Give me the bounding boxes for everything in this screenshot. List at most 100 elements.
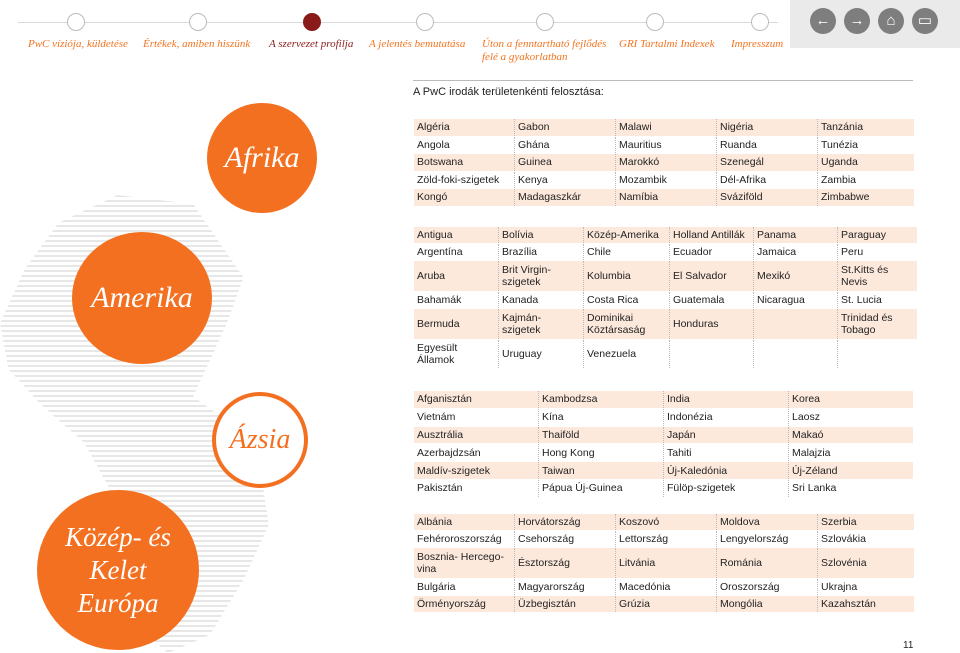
country-cell: Tanzánia <box>821 121 864 134</box>
country-cell: Dominikai Köztársaság <box>584 309 670 339</box>
country-cell: Fülöp-szigetek <box>664 479 789 497</box>
table-row: Bulgária Magyarország Macedónia Oroszország… <box>414 579 914 596</box>
country-cell <box>838 340 917 368</box>
nav-item-7[interactable]: Impresszum <box>731 38 783 51</box>
region-circle-azsia: Ázsia <box>212 392 308 488</box>
nav-item-4[interactable]: A jelentés bemutatása <box>369 38 465 51</box>
nav-dot-6[interactable] <box>646 13 664 31</box>
window-icon: ▭ <box>917 12 933 29</box>
country-cell: Namíbia <box>616 189 717 206</box>
country-cell: Peru <box>841 246 864 258</box>
table-row: Albánia Horvátország Koszovó Moldova Szerbia <box>414 514 914 531</box>
nav-item-5[interactable]: Úton a fenntartható fejlődés felé a gyak… <box>482 38 617 64</box>
country-cell: Malajzia <box>792 446 831 459</box>
country-cell: Ukrajna <box>821 581 858 593</box>
country-cell: Botswana <box>414 154 515 171</box>
country-cell: Uganda <box>821 156 858 169</box>
table-row: Argentína Brazília Chile Ecuador Jamaica Peru <box>414 244 917 261</box>
country-cell: Angola <box>414 136 515 153</box>
country-cell: St. Lucia <box>841 294 882 306</box>
nav-dot-5[interactable] <box>536 13 554 31</box>
country-cell: Antigua <box>414 227 499 243</box>
country-cell: Venezuela <box>584 340 670 368</box>
table-row: Bahamák Kanada Costa Rica Guatemala Nicaragu… <box>414 292 917 309</box>
country-cell: Horvátország <box>515 514 616 530</box>
country-cell: Egyesült Államok <box>414 340 499 368</box>
country-cell: Laosz <box>792 411 821 424</box>
country-cell: Sváziföld <box>717 189 818 206</box>
country-cell: Guinea <box>515 154 616 171</box>
table-row: Kongó Madagaszkár Namíbia Sváziföld Zimbabwe <box>414 189 914 207</box>
country-cell: Üzbegisztán <box>515 596 616 612</box>
page-number: 11 <box>903 640 914 651</box>
table-row: Vietnám Kína Indonézia Laosz <box>414 408 913 427</box>
country-cell: Holland Antillák <box>670 227 754 243</box>
nav-dot-3[interactable] <box>303 13 321 31</box>
country-cell: Észtország <box>515 548 616 578</box>
table-row: Bermuda Kajmán- szigetek Dominikai Köztárs… <box>414 309 917 340</box>
back-button[interactable]: ← <box>810 8 836 34</box>
home-button[interactable]: ⌂ <box>878 8 904 34</box>
nav-dot-4[interactable] <box>416 13 434 31</box>
forward-button[interactable]: → <box>844 8 870 34</box>
country-cell: Moldova <box>717 514 818 530</box>
country-cell: Ghána <box>515 136 616 153</box>
country-cell: Grúzia <box>616 596 717 612</box>
country-cell: Jamaica <box>754 244 838 260</box>
country-cell: Pápua Új-Guinea <box>539 479 664 497</box>
region-table-2: Antigua Bolívia Közép-Amerika Holland Antil… <box>414 227 917 369</box>
country-cell: Kongó <box>414 189 515 206</box>
nav-item-2[interactable]: Értékek, amiben hiszünk <box>143 38 250 51</box>
country-cell: Aruba <box>414 261 499 291</box>
country-cell: Új-Zéland <box>792 464 838 477</box>
country-cell: Szlovénia <box>821 557 867 569</box>
country-cell: Dél-Afrika <box>717 171 818 188</box>
country-cell: Thaiföld <box>539 426 664 444</box>
table-row: Aruba Brit Virgin- szigetek Kolumbia El Sal… <box>414 261 917 292</box>
top-navigation: PwC víziója, küldetése Értékek, amiben hi… <box>0 0 960 70</box>
country-cell: Gabon <box>515 119 616 136</box>
country-cell: Tahiti <box>664 444 789 462</box>
country-cell: Zambia <box>821 173 857 186</box>
nav-item-3[interactable]: A szervezet profilja <box>269 38 353 51</box>
nav-dot-7[interactable] <box>751 13 769 31</box>
country-cell: St.Kitts és Nevis <box>841 264 889 288</box>
country-cell: Costa Rica <box>584 292 670 308</box>
country-cell: Algéria <box>414 119 515 136</box>
table-row: Örményország Üzbegisztán Grúzia Mongólia Kaz… <box>414 596 914 613</box>
country-cell: Korea <box>792 393 821 406</box>
arrow-right-icon: → <box>849 12 865 29</box>
country-cell: Japán <box>664 426 789 444</box>
country-cell: Bosznia- Hercego- vina <box>414 548 515 578</box>
country-cell: Bulgária <box>414 579 515 595</box>
nav-item-6[interactable]: GRI Tartalmi Indexek <box>619 38 715 51</box>
table-row: Pakisztán Pápua Új-Guinea Fülöp-szigetek Sr… <box>414 479 913 498</box>
country-cell: Lettország <box>616 531 717 547</box>
country-cell: Azerbajdzsán <box>414 444 539 462</box>
country-cell: Fehéroroszország <box>414 531 515 547</box>
country-cell: Indonézia <box>664 408 789 426</box>
nav-dot-2[interactable] <box>189 13 207 31</box>
country-cell: Nicaragua <box>754 292 838 308</box>
country-cell: Szenegál <box>717 154 818 171</box>
window-button[interactable]: ▭ <box>912 8 938 34</box>
region-circle-amerika: Amerika <box>72 232 212 364</box>
country-cell <box>670 340 754 368</box>
nav-item-1[interactable]: PwC víziója, küldetése <box>28 38 128 51</box>
country-cell: Sri Lanka <box>792 482 837 495</box>
nav-dot-1[interactable] <box>67 13 85 31</box>
country-cell: Brazília <box>499 244 584 260</box>
country-cell: Pakisztán <box>414 479 539 497</box>
country-cell: Macedónia <box>616 579 717 595</box>
country-cell: Új-Kaledónia <box>664 462 789 479</box>
country-cell: Kambodzsa <box>539 391 664 408</box>
table-row: Maldív-szigetek Taiwan Új-Kaledónia Új-Zéla… <box>414 462 913 480</box>
table-row: Algéria Gabon Malawi Nigéria Tanzánia <box>414 119 914 137</box>
country-cell: Szerbia <box>821 516 857 528</box>
table-row: Botswana Guinea Marokkó Szenegál Uganda <box>414 154 914 172</box>
country-cell: Malawi <box>616 119 717 136</box>
country-cell: Mexikó <box>754 261 838 291</box>
country-cell: Zimbabwe <box>821 191 870 204</box>
page-heading: A PwC irodák területenkénti felosztása: <box>413 80 913 98</box>
country-cell: Taiwan <box>539 462 664 479</box>
